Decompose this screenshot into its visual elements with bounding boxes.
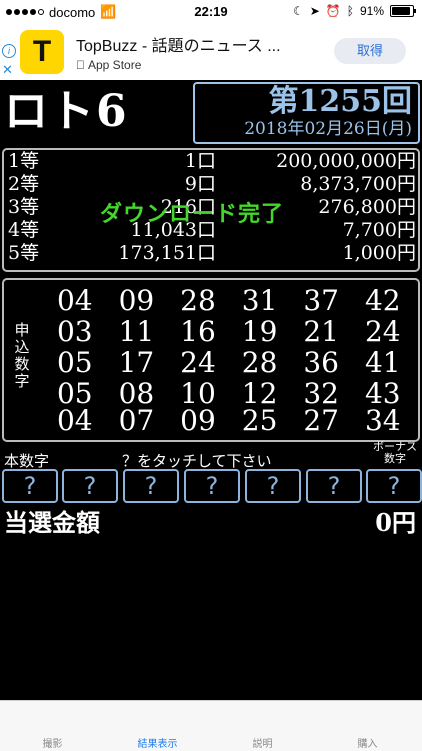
- entry-row: 03 11 16 19 21 24: [44, 317, 414, 347]
- entry-number: 42: [364, 284, 401, 317]
- main-number-button-4[interactable]: ?: [184, 469, 240, 503]
- entry-number: 07: [118, 404, 155, 437]
- entry-number: 03: [56, 315, 93, 348]
- winning-number-buttons: ? ? ? ? ? ? ?: [2, 469, 422, 503]
- entry-number: 24: [180, 346, 216, 379]
- main-number-button-1[interactable]: ?: [2, 469, 58, 503]
- tab-purchase[interactable]: 購入: [315, 735, 420, 750]
- close-icon[interactable]: ✕: [2, 62, 13, 78]
- bonus-number-button[interactable]: ?: [366, 469, 422, 503]
- draw-date: 2018年02月26日(月): [244, 119, 412, 139]
- entry-number: 34: [364, 404, 401, 437]
- ad-get-button[interactable]: 取得: [334, 38, 406, 64]
- app-title: ロト6: [4, 86, 129, 137]
- download-complete-toast: ダウンロード完了: [100, 202, 285, 227]
- entry-number: 04: [56, 284, 93, 317]
- entry-side-label: 申込数字: [14, 321, 30, 390]
- bonus-number-label: ボーナス数字: [373, 440, 417, 465]
- lotto-result-screen: ロト6 第1255回 2018年02月26日(月) 1等 1口 200,000,…: [0, 80, 422, 700]
- entry-numbers-panel: 申込数字 04 09 28 31 37 42 03 11 16 19 21 24…: [2, 278, 420, 442]
- main-number-button-6[interactable]: ?: [306, 469, 362, 503]
- entry-number: 19: [241, 315, 278, 348]
- winnings-amount: 0円: [375, 508, 416, 537]
- info-icon[interactable]: i: [2, 44, 16, 58]
- entry-row: 05 08 10 12 32 43: [44, 379, 414, 409]
- entry-number: 09: [118, 284, 155, 317]
- status-bar: docomo 📶 22:19 ☾ ➤ ⏰ ᛒ 91%: [0, 0, 422, 24]
- tab-results[interactable]: 結果表示: [105, 735, 210, 750]
- prize-rank: 4等: [8, 219, 40, 241]
- entry-number: 41: [364, 346, 401, 379]
- entry-number: 28: [180, 284, 216, 317]
- bluetooth-icon: ᛒ: [346, 4, 354, 18]
- apple-icon: : [76, 58, 85, 72]
- entry-number: 09: [180, 404, 216, 437]
- main-number-button-2[interactable]: ?: [62, 469, 118, 503]
- prize-amount: 1,000円: [342, 242, 416, 264]
- location-icon: ➤: [309, 4, 320, 18]
- prize-count: 1口: [184, 150, 216, 172]
- draw-selector[interactable]: 第1255回 2018年02月26日(月): [193, 82, 420, 144]
- ad-banner[interactable]: i ✕ T TopBuzz - 話題のニュース ...  App Store …: [0, 24, 422, 80]
- entry-number: 17: [118, 346, 155, 379]
- entry-number: 37: [303, 284, 339, 317]
- prize-rank: 1等: [8, 150, 40, 172]
- battery-fill: [392, 7, 411, 15]
- entry-number: 11: [118, 315, 155, 348]
- ad-title[interactable]: TopBuzz - 話題のニュース ...: [76, 32, 281, 56]
- battery-percent: 91%: [359, 4, 384, 18]
- winnings-label: 当選金額: [4, 508, 100, 537]
- prize-rank: 5等: [8, 242, 40, 264]
- entry-number: 25: [241, 404, 278, 437]
- ad-app-logo[interactable]: T: [20, 30, 64, 74]
- prize-rank: 2等: [8, 173, 40, 195]
- moon-icon: ☾: [292, 4, 304, 18]
- entry-number: 28: [241, 346, 278, 379]
- tab-capture[interactable]: 撮影: [0, 735, 105, 750]
- tab-instructions[interactable]: 説明: [210, 735, 315, 750]
- entry-number: 16: [180, 315, 216, 348]
- ad-store-line:  App Store: [76, 58, 141, 72]
- entry-number: 04: [56, 404, 93, 437]
- entry-number: 27: [303, 404, 339, 437]
- prize-amount: 200,000,000円: [276, 150, 416, 172]
- main-numbers-label: 本数字: [4, 452, 50, 470]
- main-number-button-3[interactable]: ?: [123, 469, 179, 503]
- main-number-button-5[interactable]: ?: [245, 469, 301, 503]
- entry-number: 36: [303, 346, 339, 379]
- draw-number: 第1255回: [268, 84, 413, 119]
- entry-number: 31: [241, 284, 278, 317]
- prize-count: 9口: [184, 173, 216, 195]
- ad-store-label: App Store: [79, 58, 141, 72]
- entry-number: 21: [303, 315, 339, 348]
- status-right: ☾ ➤ ⏰ ᛒ 91%: [292, 4, 416, 18]
- entry-number: 05: [56, 346, 93, 379]
- prize-rank: 3等: [8, 196, 40, 218]
- entry-number: 24: [364, 315, 401, 348]
- entry-row: 04 07 09 25 27 34: [44, 406, 414, 436]
- touch-hint: ？をタッチして下さい: [122, 452, 272, 470]
- prize-amount: 8,373,700円: [300, 173, 416, 195]
- entry-row: 04 09 28 31 37 42: [44, 286, 414, 316]
- prize-count: 173,151口: [118, 242, 216, 264]
- tab-bar: 撮影 結果表示 説明 購入: [0, 700, 422, 751]
- battery-icon: [390, 5, 416, 17]
- entry-row: 05 17 24 28 36 41: [44, 348, 414, 378]
- alarm-icon: ⏰: [325, 4, 341, 18]
